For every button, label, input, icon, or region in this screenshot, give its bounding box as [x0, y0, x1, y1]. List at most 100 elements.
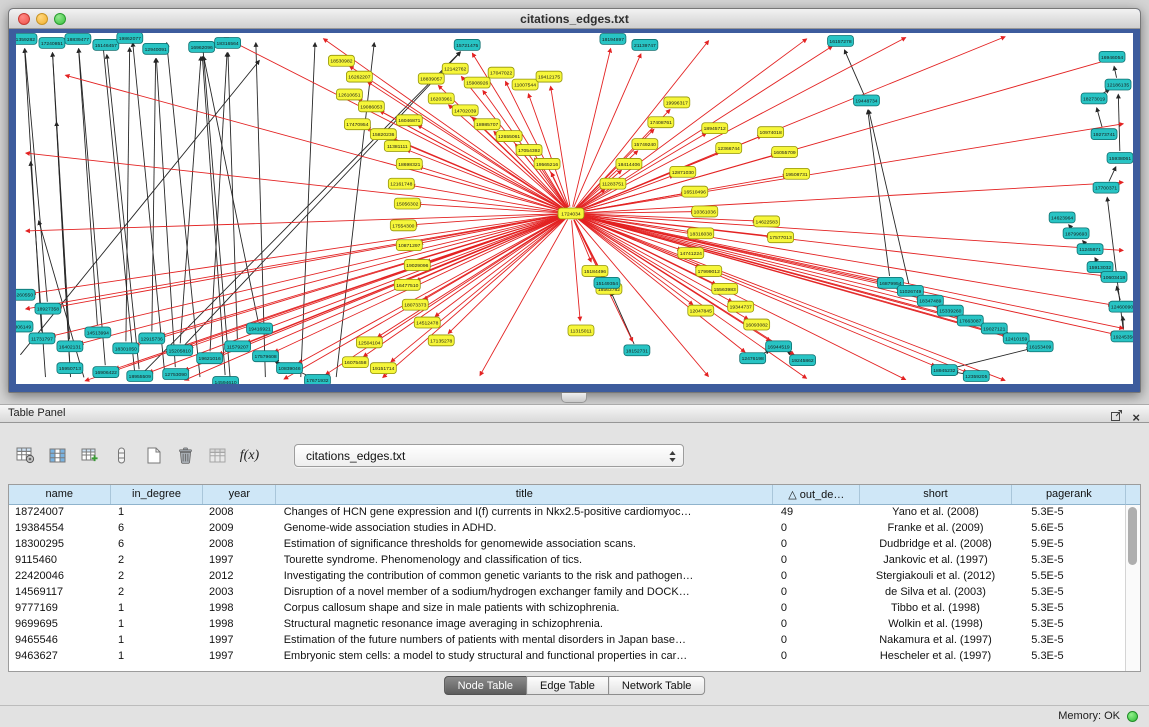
graph-node[interactable]: 19996317	[664, 97, 690, 108]
cell-title[interactable]: Corpus callosum shape and size in male p…	[276, 600, 773, 616]
graph-edge[interactable]	[79, 49, 106, 365]
cell-year[interactable]: 1997	[203, 552, 276, 568]
cell-short[interactable]: Hescheler et al. (1997)	[860, 648, 1012, 664]
cell-year[interactable]: 2008	[203, 504, 276, 520]
graph-node[interactable]: 18839057	[418, 73, 444, 84]
network-table-selector[interactable]: citations_edges.txt	[294, 444, 684, 467]
graph-node[interactable]: 18945712	[702, 123, 728, 134]
graph-node[interactable]: 17700371	[1093, 182, 1119, 193]
graph-node[interactable]: 19508731	[784, 168, 810, 179]
cell-year[interactable]: 2012	[203, 568, 276, 584]
graph-node[interactable]: 18347489	[917, 295, 943, 306]
tab-node-table[interactable]: Node Table	[444, 676, 527, 695]
cell-year[interactable]: 2009	[203, 520, 276, 536]
cell-short[interactable]: de Silva et al. (2003)	[860, 584, 1012, 600]
graph-edge[interactable]	[868, 110, 890, 276]
graph-edge[interactable]	[577, 216, 935, 366]
graph-node[interactable]: 12610651	[336, 89, 362, 100]
graph-node[interactable]: 16075458	[342, 357, 368, 368]
graph-edge[interactable]	[1095, 258, 1097, 261]
graph-node[interactable]: 19273741	[1091, 129, 1117, 140]
graph-node[interactable]: 12753090	[163, 369, 189, 380]
cell-out_degree[interactable]: 0	[773, 520, 860, 536]
table-row[interactable]: 977716911998Corpus callosum shape and si…	[9, 600, 1127, 616]
cell-short[interactable]: Wolkin et al. (1998)	[860, 616, 1012, 632]
cell-name[interactable]: 22420046	[9, 568, 110, 584]
graph-node[interactable]: 19412175	[536, 71, 562, 82]
graph-node[interactable]: 11731797	[29, 333, 55, 344]
graph-node[interactable]: 19806149	[16, 321, 33, 332]
cell-short[interactable]: Dudbridge et al. (2008)	[860, 536, 1012, 552]
cell-short[interactable]: Stergiakouli et al. (2012)	[860, 568, 1012, 584]
cell-in_degree[interactable]: 1	[110, 600, 203, 616]
graph-node[interactable]: 16262207	[346, 71, 372, 82]
graph-node[interactable]: 11245871	[1077, 244, 1103, 255]
graph-node[interactable]: 19565216	[534, 158, 560, 169]
graph-node[interactable]: 17047022	[488, 67, 514, 78]
cell-year[interactable]: 1998	[203, 616, 276, 632]
graph-node[interactable]: 16055709	[772, 147, 798, 158]
graph-node[interactable]: 14623964	[1049, 212, 1075, 223]
cell-short[interactable]: Yano et al. (2008)	[860, 504, 1012, 520]
graph-node[interactable]: 15339260	[937, 305, 963, 316]
cell-out_degree[interactable]: 0	[773, 648, 860, 664]
graph-node[interactable]: 16402131	[57, 341, 83, 352]
graph-node[interactable]: 15056302	[394, 198, 420, 209]
graph-edge[interactable]	[66, 75, 565, 211]
graph-node[interactable]: 12366744	[716, 143, 742, 154]
window-title-bar[interactable]: citations_edges.txt	[9, 9, 1140, 29]
cell-out_degree[interactable]: 0	[773, 584, 860, 600]
graph-edge[interactable]	[1114, 66, 1116, 77]
close-panel-icon[interactable]: ×	[1132, 412, 1140, 423]
graph-node[interactable]: 16093082	[744, 319, 770, 330]
graph-edge[interactable]	[202, 43, 230, 377]
graph-node[interactable]: 14594610	[213, 377, 239, 384]
graph-edge[interactable]	[869, 110, 909, 284]
graph-edge[interactable]	[145, 52, 461, 371]
zoom-button[interactable]	[54, 13, 66, 25]
graph-node[interactable]: 18955509	[127, 371, 153, 382]
graph-edge[interactable]	[25, 49, 47, 302]
tab-edge-table[interactable]: Edge Table	[526, 676, 609, 695]
graph-edge[interactable]	[572, 220, 581, 320]
graph-node[interactable]: 19245862	[790, 355, 816, 366]
graph-node[interactable]: 21139747	[632, 39, 658, 50]
table-row[interactable]: 1830029562008Estimation of significance …	[9, 536, 1127, 552]
cell-pagerank[interactable]: 5.3E-5	[1011, 600, 1126, 616]
graph-edge[interactable]	[611, 292, 634, 344]
graph-node[interactable]: 19621016	[197, 353, 223, 364]
cell-short[interactable]: Tibbo et al. (1998)	[860, 600, 1012, 616]
graph-node[interactable]: 17663087	[957, 315, 983, 326]
cell-title[interactable]: Genome-wide association studies in ADHD.	[276, 520, 773, 536]
graph-node[interactable]: 19416921	[247, 323, 273, 334]
cell-out_degree[interactable]: 0	[773, 600, 860, 616]
graph-edge[interactable]	[1109, 167, 1116, 181]
graph-node[interactable]: 17408761	[648, 117, 674, 128]
graph-node[interactable]: 18927358	[35, 303, 61, 314]
graph-node[interactable]: 19862077	[117, 33, 143, 43]
new-table-button[interactable]	[140, 442, 167, 469]
cell-year[interactable]: 2003	[203, 584, 276, 600]
cell-title[interactable]: Investigating the contribution of common…	[276, 568, 773, 584]
cell-out_degree[interactable]: 0	[773, 616, 860, 632]
graph-node[interactable]: 18414406	[616, 158, 642, 169]
graph-node[interactable]: 12655061	[496, 131, 522, 142]
table-row[interactable]: 1938455462009Genome-wide association stu…	[9, 520, 1127, 536]
graph-edge[interactable]	[951, 349, 1030, 369]
cell-pagerank[interactable]: 5.3E-5	[1011, 584, 1126, 600]
cell-in_degree[interactable]: 6	[110, 536, 203, 552]
graph-edge[interactable]	[577, 38, 905, 211]
graph-node[interactable]: 19448734	[854, 95, 880, 106]
graph-edge[interactable]	[578, 214, 1104, 275]
graph-node[interactable]: 18839477	[65, 33, 91, 44]
cell-short[interactable]: Jankovic et al. (1997)	[860, 552, 1012, 568]
graph-node[interactable]: 11579207	[225, 341, 251, 352]
graph-edge[interactable]	[378, 217, 565, 337]
cell-year[interactable]: 2008	[203, 536, 276, 552]
graph-node[interactable]: 18530982	[328, 55, 354, 66]
graph-node[interactable]: 14513994	[85, 327, 111, 338]
graph-node[interactable]: 16510496	[682, 186, 708, 197]
graph-node[interactable]: 15184496	[582, 266, 608, 277]
column-header-year[interactable]: year	[203, 485, 276, 504]
graph-node[interactable]: 11007544	[512, 79, 538, 90]
